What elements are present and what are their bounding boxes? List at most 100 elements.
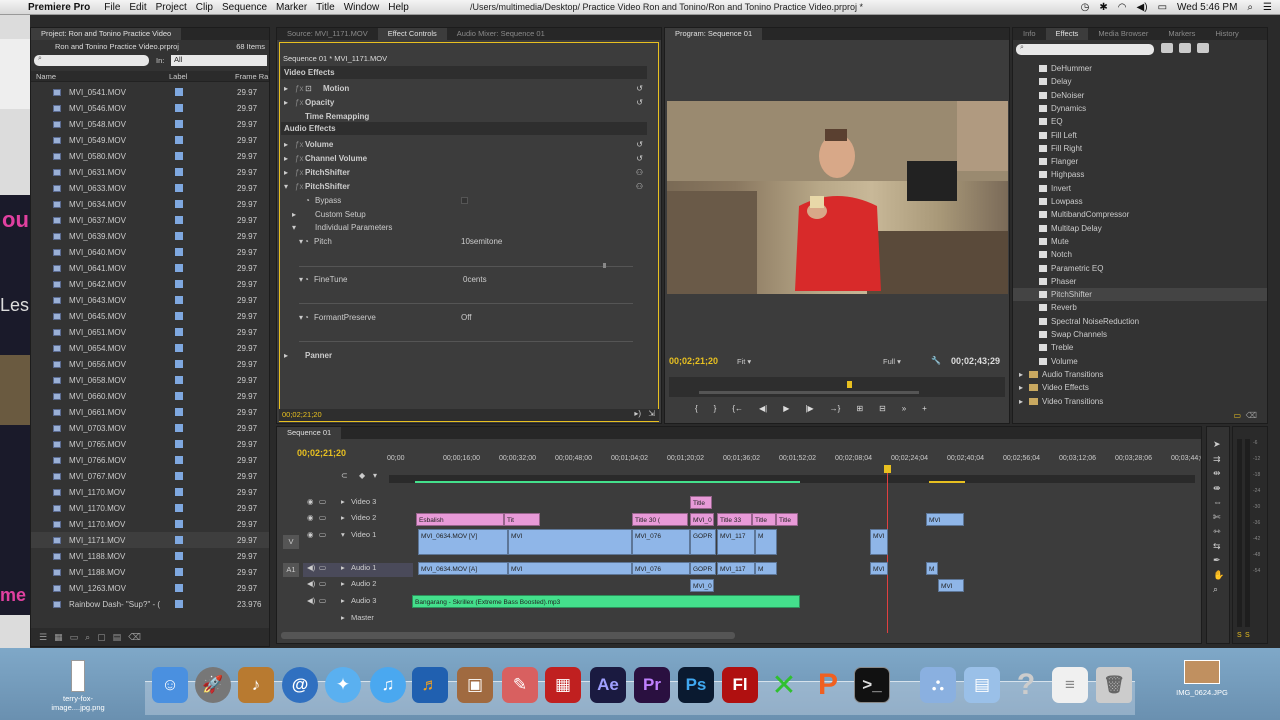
expand-arrow-icon[interactable]: ▸: [341, 563, 345, 572]
track-select-tool-icon[interactable]: ⇉: [1213, 452, 1225, 467]
bypass-checkbox[interactable]: [461, 196, 468, 204]
fit-dropdown[interactable]: Fit ▾: [737, 357, 751, 366]
audio-clip[interactable]: MVI_0634.MOV [A]: [418, 562, 508, 575]
collapse-arrow-icon[interactable]: ▾: [281, 275, 304, 284]
project-file-row[interactable]: MVI_0658.MOV 29.97: [31, 372, 269, 388]
list-view-icon[interactable]: ☰: [39, 632, 54, 642]
stopwatch-icon[interactable]: ◔: [304, 313, 314, 322]
solo-left-button[interactable]: S: [1237, 632, 1242, 639]
tab-media-browser[interactable]: Media Browser: [1088, 28, 1158, 40]
project-file-row[interactable]: MVI_0633.MOV 29.97: [31, 180, 269, 196]
collapse-arrow-icon[interactable]: ▾: [281, 182, 295, 191]
project-file-row[interactable]: MVI_1188.MOV 29.97: [31, 548, 269, 564]
rate-stretch-tool-icon[interactable]: ⇔: [1213, 495, 1225, 510]
title-clip[interactable]: MVI_0: [690, 513, 714, 526]
effect-item[interactable]: PitchShifter: [1013, 288, 1267, 302]
terminal-icon[interactable]: >_: [854, 667, 890, 703]
trash-icon[interactable]: ⌫: [128, 632, 148, 642]
battery-icon[interactable]: ▭: [1158, 2, 1167, 13]
finder-icon[interactable]: ☺: [152, 667, 188, 703]
title-clip[interactable]: Title: [690, 496, 712, 509]
reset-icon[interactable]: ↺: [636, 84, 643, 93]
project-file-row[interactable]: MVI_0703.MOV 29.97: [31, 420, 269, 436]
track-header[interactable]: ◉ ▭ ▸ Video 2: [303, 513, 413, 527]
32-bit-effects-icon[interactable]: [1179, 43, 1191, 53]
project-file-row[interactable]: MVI_0640.MOV 29.97: [31, 244, 269, 260]
expand-arrow-icon[interactable]: ▸: [341, 497, 345, 506]
video-target-label[interactable]: V: [283, 535, 299, 549]
edit-icon[interactable]: ⚇: [636, 168, 643, 177]
more-icon[interactable]: »: [902, 404, 906, 418]
volume-icon[interactable]: ◀): [1137, 2, 1148, 13]
after-effects-icon[interactable]: Ae: [590, 667, 626, 703]
icon-view-icon[interactable]: ▦: [54, 632, 70, 642]
tab-markers[interactable]: Markers: [1158, 28, 1205, 40]
eye-icon[interactable]: ◉: [307, 530, 314, 539]
program-video-frame[interactable]: [667, 101, 1008, 294]
effect-item[interactable]: Fill Left: [1013, 129, 1267, 142]
expand-arrow-icon[interactable]: ▸: [1019, 383, 1029, 392]
documents-folder-icon[interactable]: ▤: [964, 667, 1000, 703]
reset-icon[interactable]: ↺: [636, 154, 643, 163]
effect-controls-timecode[interactable]: 00;02;21;20: [282, 410, 322, 419]
bluetooth-icon[interactable]: ✱: [1099, 2, 1107, 13]
full-dropdown[interactable]: Full ▾: [883, 357, 901, 366]
audio-clip[interactable]: M: [755, 562, 777, 575]
play-audio-icon[interactable]: ▸): [634, 409, 641, 418]
video-clip[interactable]: MVI_0634.MOV [V]: [418, 529, 508, 555]
effect-item[interactable]: EQ: [1013, 115, 1267, 128]
title-clip[interactable]: Title 30 (: [632, 513, 688, 526]
audio-clip[interactable]: MVI: [508, 562, 632, 575]
collapse-arrow-icon[interactable]: ▾: [281, 223, 315, 232]
formant-value[interactable]: Off: [461, 313, 472, 322]
pencil-icon[interactable]: ✎: [502, 667, 538, 703]
menu-project[interactable]: Project: [156, 2, 196, 13]
project-search-input[interactable]: ⌕: [34, 55, 149, 66]
expand-arrow-icon[interactable]: ▸: [341, 513, 345, 522]
step-forward-icon[interactable]: |▶: [805, 404, 813, 418]
project-file-row[interactable]: MVI_0654.MOV 29.97: [31, 340, 269, 356]
expand-arrow-icon[interactable]: ▸: [1019, 370, 1029, 379]
menu-file[interactable]: File: [104, 2, 129, 13]
effect-item[interactable]: Delay: [1013, 75, 1267, 88]
finetune-value[interactable]: 0cents: [463, 275, 487, 284]
photoshop-icon[interactable]: Ps: [678, 667, 714, 703]
project-file-row[interactable]: MVI_0643.MOV 29.97: [31, 292, 269, 308]
title-clip[interactable]: Title: [776, 513, 798, 526]
col-label[interactable]: Label: [169, 72, 187, 81]
effect-item[interactable]: Multitap Delay: [1013, 222, 1267, 235]
effect-folder[interactable]: ▸ Video Effects: [1013, 381, 1267, 394]
project-file-row[interactable]: MVI_0645.MOV 29.97: [31, 308, 269, 324]
extract-icon[interactable]: ⊟: [879, 404, 886, 418]
garageband-icon[interactable]: ♪: [238, 667, 274, 703]
play-icon[interactable]: ▶: [783, 404, 789, 418]
effect-item[interactable]: Spectral NoiseReduction: [1013, 315, 1267, 328]
menu-window[interactable]: Window: [344, 2, 389, 13]
effect-folder[interactable]: ▸ Audio Transitions: [1013, 368, 1267, 381]
effect-item[interactable]: DeHummer: [1013, 62, 1267, 75]
track-header[interactable]: ◉ ▭ ▸ Video 3: [303, 497, 413, 511]
applications-folder-icon[interactable]: ⛬: [920, 667, 956, 703]
audio-clip[interactable]: MVI: [938, 579, 964, 592]
snap-icon[interactable]: ⊂: [341, 471, 348, 480]
new-item-icon[interactable]: ▤: [113, 632, 129, 642]
effect-item[interactable]: Fill Right: [1013, 142, 1267, 155]
flash-icon[interactable]: Fl: [722, 667, 758, 703]
project-file-row[interactable]: MVI_0651.MOV 29.97: [31, 324, 269, 340]
project-file-row[interactable]: Rainbow Dash- "Sup?" - (23.976: [31, 596, 269, 612]
effect-item[interactable]: Lowpass: [1013, 195, 1267, 208]
rolling-edit-tool-icon[interactable]: ⇼: [1213, 481, 1225, 496]
video-clip[interactable]: MVI: [508, 529, 632, 555]
wifi-icon[interactable]: ◠: [1118, 2, 1127, 13]
lock-icon[interactable]: ▭: [319, 596, 326, 605]
audio-clip[interactable]: MVI_117: [717, 562, 755, 575]
video-clip[interactable]: GOPR: [690, 529, 716, 555]
tab-effects[interactable]: Effects: [1045, 28, 1089, 40]
formant-slider-track[interactable]: [299, 341, 633, 342]
menu-help[interactable]: Help: [388, 2, 418, 13]
expand-arrow-icon[interactable]: ▸: [281, 168, 295, 177]
photobooth-icon[interactable]: ▦: [545, 667, 581, 703]
tab-program[interactable]: Program: Sequence 01: [665, 28, 763, 40]
collapse-arrow-icon[interactable]: ▾: [281, 313, 304, 322]
title-clip[interactable]: Title 33: [717, 513, 752, 526]
